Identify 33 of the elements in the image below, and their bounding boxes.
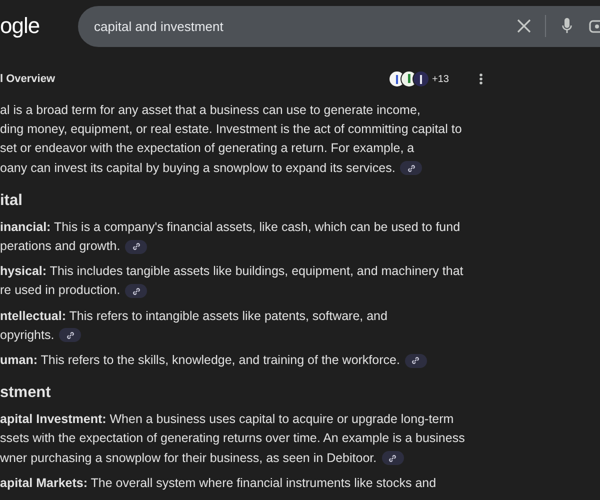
bullet-text: ssets with the expectation of generating returns over time. An example is a business bbox=[0, 430, 465, 448]
bullet-text: perations and growth. bbox=[0, 238, 120, 256]
link-icon[interactable] bbox=[400, 161, 422, 176]
bullet-text: re used in production. bbox=[0, 282, 120, 300]
search-field[interactable]: capital and investment bbox=[78, 6, 600, 46]
bullet-text: wner purchasing a snowplow for their business, as seen in Debitoor. bbox=[0, 450, 377, 467]
bullet-text: uman: This refers to the skills, knowledge, and training of the workforce. bbox=[0, 352, 400, 370]
link-icon[interactable] bbox=[404, 354, 427, 368]
camera-icon[interactable] bbox=[588, 18, 600, 34]
section-heading: stment bbox=[0, 384, 52, 402]
bullet-text: apital Investment: When a business uses capital to acquire or upgrade long-term bbox=[0, 411, 454, 428]
answer-text: set or endeavor with the expectation of generating a return. For example, a bbox=[0, 140, 414, 158]
source-icons[interactable] bbox=[388, 70, 430, 88]
link-icon[interactable] bbox=[59, 328, 82, 342]
search-query[interactable]: capital and investment bbox=[94, 18, 517, 34]
close-icon[interactable] bbox=[517, 19, 531, 33]
section-heading: ital bbox=[0, 192, 24, 210]
overview-title: l Overview bbox=[0, 73, 56, 85]
logo[interactable]: ogle bbox=[0, 13, 78, 39]
bullet-text: ntellectual: This refers to intangible assets like patents, software, and bbox=[0, 308, 388, 325]
answer-text: oany can invest its capital by buying a snowplow to expand its services. bbox=[0, 160, 396, 177]
source-count: +13 bbox=[432, 74, 449, 84]
bullet-text: inancial: This is a company's financial assets, like cash, which can be used to fund bbox=[0, 218, 460, 236]
bullet-text: apital Markets: The overall system where financial instruments like stocks and bbox=[0, 474, 436, 492]
bullet-text: opyrights. bbox=[0, 326, 54, 344]
answer-text: ding money, equipment, or real estate. Investment is the act of committing capital to bbox=[0, 121, 462, 138]
bullet-text: hysical: This includes tangible assets like buildings, equipment, and machinery that bbox=[0, 263, 464, 280]
answer-text: al is a broad term for any asset that a business can use to generate income, bbox=[0, 102, 420, 119]
link-icon[interactable] bbox=[382, 451, 404, 466]
link-icon[interactable] bbox=[125, 240, 148, 254]
microphone-icon[interactable] bbox=[562, 18, 572, 34]
link-icon[interactable] bbox=[125, 284, 148, 298]
more-options-icon[interactable] bbox=[479, 73, 483, 85]
